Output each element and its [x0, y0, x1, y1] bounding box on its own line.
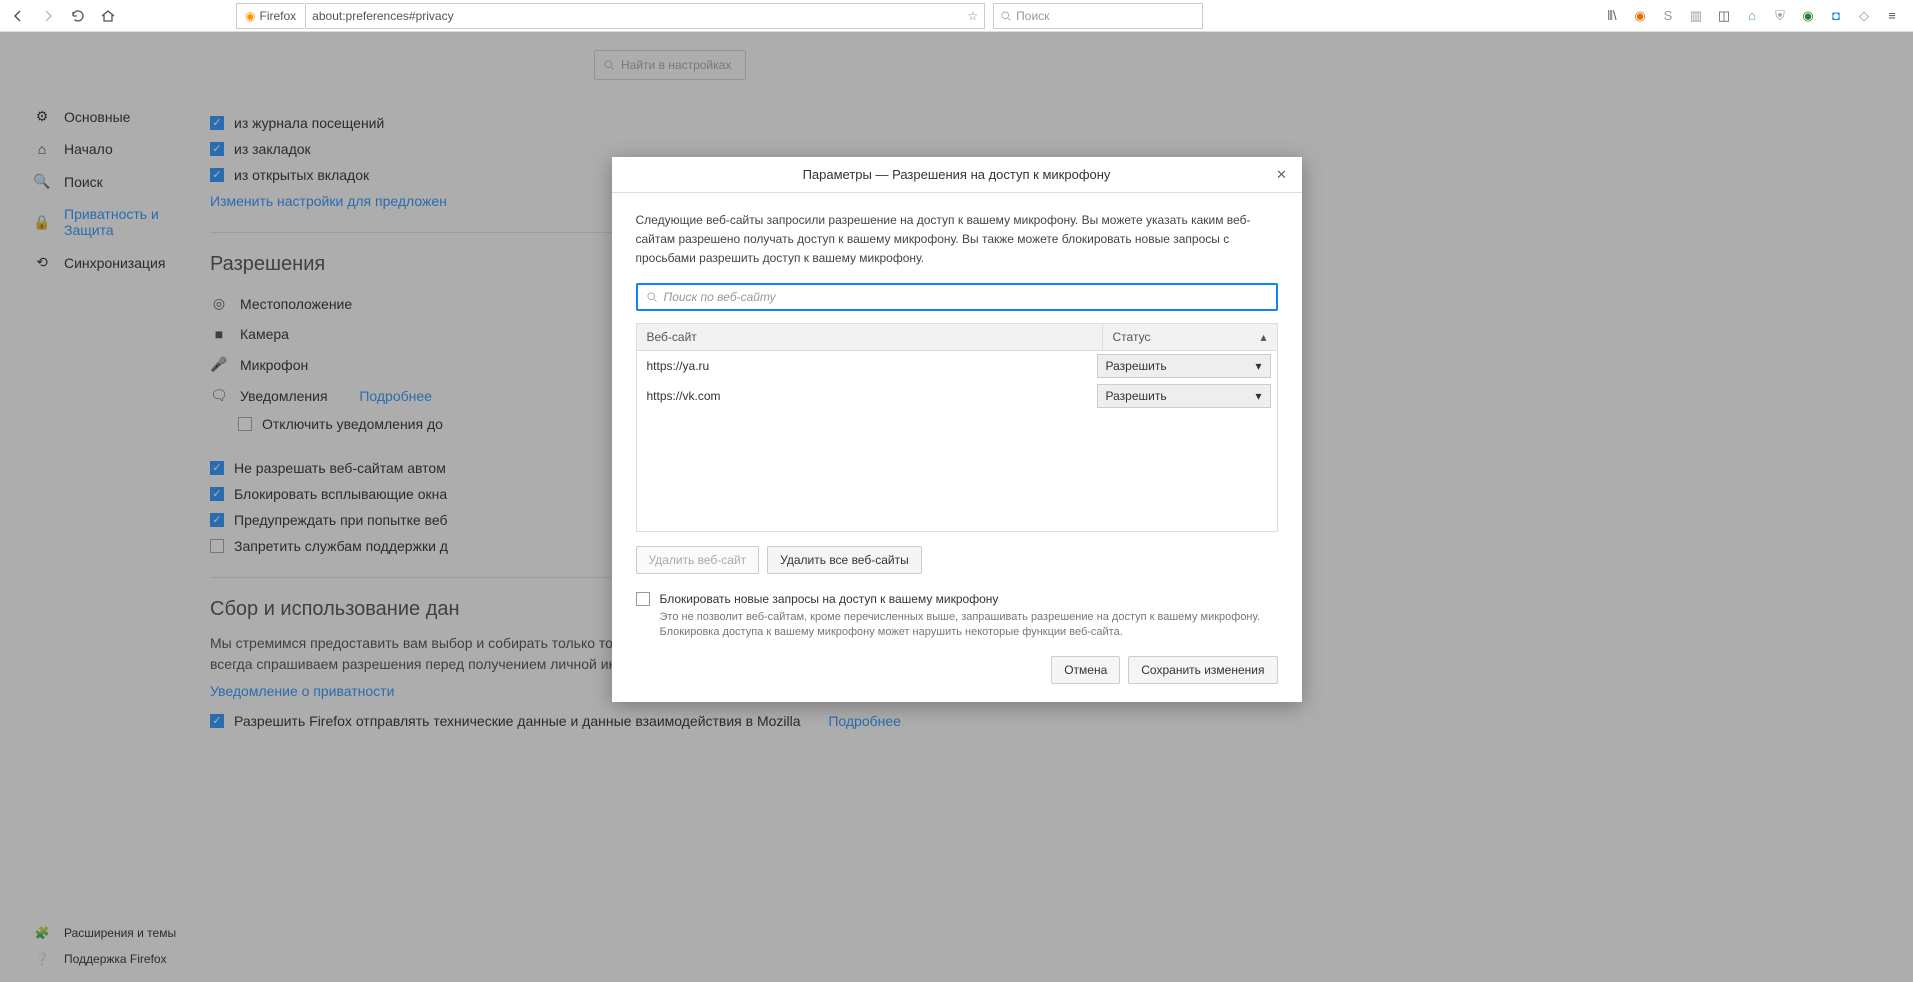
identity-box[interactable]: ◉ Firefox: [236, 3, 304, 29]
modal-overlay: Параметры — Разрешения на доступ к микро…: [0, 32, 1913, 982]
sites-table: Веб-сайт Статус▴ https://ya.ru Разрешить…: [636, 323, 1278, 532]
sidebar-icon[interactable]: ◫: [1711, 3, 1737, 29]
home-button[interactable]: [94, 2, 122, 30]
back-button[interactable]: [4, 2, 32, 30]
ext-icon-3[interactable]: ▥: [1683, 3, 1709, 29]
status-select[interactable]: Разрешить▾: [1097, 354, 1271, 378]
search-bar[interactable]: Поиск: [993, 3, 1203, 29]
search-icon: [646, 291, 658, 303]
dialog-close-button[interactable]: ✕: [1270, 163, 1294, 187]
dialog-search-placeholder: Поиск по веб-сайту: [664, 290, 776, 304]
chevron-down-icon: ▾: [1255, 389, 1261, 403]
url-bar[interactable]: about:preferences#privacy ☆: [305, 3, 985, 29]
dialog-description: Следующие веб-сайты запросили разрешение…: [636, 211, 1278, 269]
mic-permissions-dialog: Параметры — Разрешения на доступ к микро…: [612, 157, 1302, 702]
ext-icon-5[interactable]: ⛨: [1767, 3, 1793, 29]
search-icon: [1000, 10, 1012, 22]
dialog-title: Параметры — Разрешения на доступ к микро…: [803, 167, 1111, 182]
ext-icon-1[interactable]: ◉: [1627, 3, 1653, 29]
browser-toolbar: ◉ Firefox about:preferences#privacy ☆ По…: [0, 0, 1913, 32]
sort-asc-icon: ▴: [1260, 330, 1266, 344]
library-icon[interactable]: ⦀\: [1599, 3, 1625, 29]
cancel-button[interactable]: Отмена: [1051, 656, 1120, 684]
dialog-search-input[interactable]: Поиск по веб-сайту: [636, 283, 1278, 311]
ext-icon-8[interactable]: ◇: [1851, 3, 1877, 29]
bookmark-star-icon[interactable]: ☆: [967, 9, 978, 23]
reload-button[interactable]: [64, 2, 92, 30]
table-row[interactable]: https://vk.com Разрешить▾: [637, 381, 1277, 411]
block-new-label: Блокировать новые запросы на доступ к ва…: [660, 592, 1278, 606]
forward-button[interactable]: [34, 2, 62, 30]
ext-icon-2[interactable]: S: [1655, 3, 1681, 29]
site-url: https://vk.com: [643, 389, 1097, 403]
firefox-icon: ◉: [245, 9, 255, 23]
site-url: https://ya.ru: [643, 359, 1097, 373]
identity-label: Firefox: [259, 9, 296, 23]
ext-icon-4[interactable]: ⌂: [1739, 3, 1765, 29]
status-select[interactable]: Разрешить▾: [1097, 384, 1271, 408]
th-site[interactable]: Веб-сайт: [637, 324, 1103, 350]
th-status[interactable]: Статус▴: [1103, 324, 1277, 350]
remove-all-button[interactable]: Удалить все веб-сайты: [767, 546, 922, 574]
url-text: about:preferences#privacy: [312, 9, 967, 23]
block-new-checkbox[interactable]: [636, 592, 650, 606]
ext-icon-7[interactable]: ◘: [1823, 3, 1849, 29]
save-button[interactable]: Сохранить изменения: [1128, 656, 1277, 684]
ext-icon-6[interactable]: ◉: [1795, 3, 1821, 29]
search-placeholder: Поиск: [1016, 9, 1049, 23]
menu-button[interactable]: ≡: [1879, 3, 1905, 29]
block-new-desc: Это не позволит веб-сайтам, кроме перечи…: [660, 610, 1278, 641]
remove-site-button: Удалить веб-сайт: [636, 546, 760, 574]
chevron-down-icon: ▾: [1255, 359, 1261, 373]
table-row[interactable]: https://ya.ru Разрешить▾: [637, 351, 1277, 381]
dialog-titlebar: Параметры — Разрешения на доступ к микро…: [612, 157, 1302, 193]
